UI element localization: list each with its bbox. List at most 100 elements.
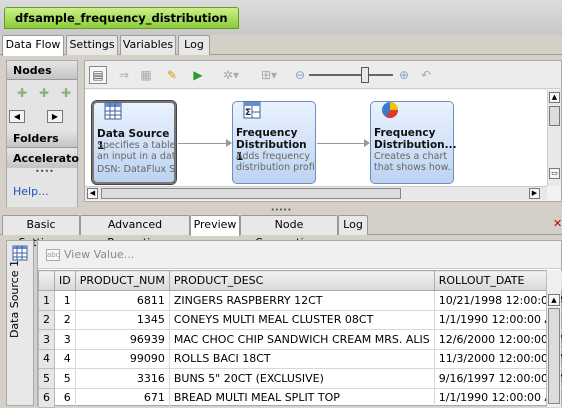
node-description: Creates a chart <box>374 151 452 163</box>
cell-id[interactable]: 5 <box>55 369 76 389</box>
properties-icon[interactable]: ▤ <box>89 66 107 84</box>
flow-canvas[interactable]: Data Source 1 Specifies a table as an in… <box>85 90 547 186</box>
cell-product-desc[interactable]: MAC CHOC CHIP SANDWICH CREAM MRS. ALIS <box>169 330 434 350</box>
tab-basic-settings[interactable]: Basic Settings <box>2 215 80 235</box>
tab-preview[interactable]: Preview <box>190 215 240 236</box>
table-row[interactable]: 1 1 6811 ZINGERS RASPBERRY 12CT 10/21/19… <box>39 291 562 311</box>
scroll-up-icon[interactable]: ▲ <box>549 92 560 103</box>
cell-product-num[interactable]: 99090 <box>75 349 169 369</box>
cell-id[interactable]: 2 <box>55 310 76 330</box>
cell-rollout-date[interactable]: 1/1/1990 12:00:00 AM <box>434 310 562 330</box>
scroll-right-icon[interactable]: ▶ <box>529 188 540 199</box>
node-description: distribution profil... <box>236 162 314 174</box>
cell-product-desc[interactable]: BUNS 5" 20CT (EXCLUSIVE) <box>169 369 434 389</box>
layout-icon[interactable]: ⊞▾ <box>255 66 283 84</box>
row-number: 1 <box>39 291 55 311</box>
column-header-rollout-date[interactable]: ROLLOUT_DATE <box>434 271 562 291</box>
table-row[interactable]: 5 5 3316 BUNS 5" 20CT (EXCLUSIVE) 9/16/1… <box>39 369 562 389</box>
data-source-side-label: Data Source 1 <box>8 260 21 338</box>
view-value-button[interactable]: View Value... <box>64 248 134 261</box>
cell-rollout-date[interactable]: 1/1/1990 12:00:00 AM <box>434 388 562 408</box>
cell-product-num[interactable]: 96939 <box>75 330 169 350</box>
column-header-id[interactable]: ID <box>55 271 76 291</box>
node-title: FrequencyDistribution... <box>374 127 452 151</box>
canvas-vertical-scrollbar[interactable]: ▲ ▭ <box>547 90 561 186</box>
scrollbar-thumb[interactable] <box>549 106 560 126</box>
cell-product-desc[interactable]: ROLLS BACI 18CT <box>169 349 434 369</box>
undo-icon[interactable]: ↶ <box>417 66 435 84</box>
zoom-slider[interactable] <box>309 74 393 76</box>
table-row[interactable]: 2 2 1345 CONEYS MULTI MEAL CLUSTER 08CT … <box>39 310 562 330</box>
add-node-icon[interactable]: ✚ <box>15 86 29 100</box>
job-tab[interactable]: dfsample_frequency_distribution <box>4 7 239 29</box>
zoom-slider-thumb[interactable] <box>361 67 369 83</box>
add-node-icon[interactable]: ✚ <box>37 86 51 100</box>
accelerators-header[interactable]: Accelerato <box>7 149 77 168</box>
cell-product-num[interactable]: 1345 <box>75 310 169 330</box>
scroll-up-icon[interactable]: ▲ <box>548 294 560 306</box>
node-frequency-distribution-1[interactable]: Σ FrequencyDistribution 1 Adds frequency… <box>232 101 316 184</box>
scroll-left-icon[interactable]: ◀ <box>87 188 98 199</box>
folders-header[interactable]: Folders <box>7 129 77 148</box>
tab-node-connections[interactable]: Node Connections <box>240 215 338 235</box>
tab-advanced-properties[interactable]: Advanced Properties <box>80 215 190 235</box>
help-link[interactable]: Help... <box>13 185 49 198</box>
close-panel-icon[interactable]: ✕ <box>553 217 562 230</box>
note-icon[interactable]: ✎ <box>163 66 181 84</box>
cell-product-num[interactable]: 671 <box>75 388 169 408</box>
scrollbar-thumb[interactable] <box>548 308 560 404</box>
scroll-left-button[interactable]: ◀ <box>9 110 25 123</box>
row-number: 6 <box>39 388 55 408</box>
tab-log[interactable]: Log <box>178 35 210 55</box>
zoom-out-icon[interactable]: ⊖ <box>291 66 309 84</box>
table-header-row: ID PRODUCT_NUM PRODUCT_DESC ROLLOUT_DATE <box>39 271 562 291</box>
cell-id[interactable]: 3 <box>55 330 76 350</box>
node-frequency-distribution-chart[interactable]: FrequencyDistribution... Creates a chart… <box>370 101 454 184</box>
tab-variables[interactable]: Variables <box>120 35 176 55</box>
cell-product-desc[interactable]: BREAD MULTI MEAL SPLIT TOP <box>169 388 434 408</box>
add-node-icon[interactable]: ✚ <box>59 86 73 100</box>
cell-id[interactable]: 4 <box>55 349 76 369</box>
column-header-product-num[interactable]: PRODUCT_NUM <box>75 271 169 291</box>
pie-chart-icon <box>381 101 399 119</box>
table-row[interactable]: 4 4 99090 ROLLS BACI 18CT 11/3/2000 12:0… <box>39 349 562 369</box>
main-tab-row: Data Flow Settings Variables Log <box>0 35 562 55</box>
cell-rollout-date[interactable]: 10/21/1998 12:00:00 AM <box>434 291 562 311</box>
export-icon[interactable]: ▦ <box>137 66 155 84</box>
nodes-header[interactable]: Nodes <box>7 61 77 80</box>
zoom-in-icon[interactable]: ⊕ <box>395 66 413 84</box>
view-value-icon[interactable]: abc <box>46 249 60 261</box>
table-icon[interactable] <box>12 245 28 261</box>
table-row[interactable]: 6 6 671 BREAD MULTI MEAL SPLIT TOP 1/1/1… <box>39 388 562 408</box>
node-data-source-1[interactable]: Data Source 1 Specifies a table as an in… <box>92 101 176 184</box>
tab-properties-log[interactable]: Log <box>338 215 368 235</box>
scrollbar-thumb[interactable] <box>101 188 401 199</box>
connector-line <box>317 143 365 144</box>
cell-rollout-date[interactable]: 12/6/2000 12:00:00 AM <box>434 330 562 350</box>
run-icon[interactable]: ▶ <box>189 66 207 84</box>
node-description: that shows how... <box>374 162 452 174</box>
cell-product-num[interactable]: 3316 <box>75 369 169 389</box>
scroll-right-button[interactable]: ▶ <box>47 110 63 123</box>
cell-product-desc[interactable]: CONEYS MULTI MEAL CLUSTER 08CT <box>169 310 434 330</box>
cell-product-num[interactable]: 6811 <box>75 291 169 311</box>
cell-id[interactable]: 1 <box>55 291 76 311</box>
overview-icon[interactable]: ▭ <box>549 168 560 179</box>
tab-settings[interactable]: Settings <box>66 35 118 55</box>
cell-rollout-date[interactable]: 9/16/1997 12:00:00 AM <box>434 369 562 389</box>
column-header-product-desc[interactable]: PRODUCT_DESC <box>169 271 434 291</box>
tab-data-flow[interactable]: Data Flow <box>2 35 64 56</box>
panel-splitter[interactable]: ••••• <box>0 207 562 215</box>
canvas-horizontal-scrollbar[interactable]: ◀ ▶ <box>85 186 547 200</box>
table-row[interactable]: 3 3 96939 MAC CHOC CHIP SANDWICH CREAM M… <box>39 330 562 350</box>
node-description: Specifies a table as <box>97 140 175 152</box>
node-dsn: DSN: DataFlux S... <box>97 164 175 176</box>
nodes-sidebar: Nodes ✚ ✚ ✚ ◀ ▶ Folders Accelerato •••• … <box>6 60 78 208</box>
cell-rollout-date[interactable]: 11/3/2000 12:00:00 AM <box>434 349 562 369</box>
cell-product-desc[interactable]: ZINGERS RASPBERRY 12CT <box>169 291 434 311</box>
cell-id[interactable]: 6 <box>55 388 76 408</box>
import-icon[interactable]: ⇒ <box>115 66 133 84</box>
table-vertical-scrollbar[interactable]: ▲ <box>546 270 561 407</box>
preview-panel: abc View Value... ID PRODUCT_NUM PRODUCT… <box>37 240 562 406</box>
tools-icon[interactable]: ✲▾ <box>217 66 245 84</box>
